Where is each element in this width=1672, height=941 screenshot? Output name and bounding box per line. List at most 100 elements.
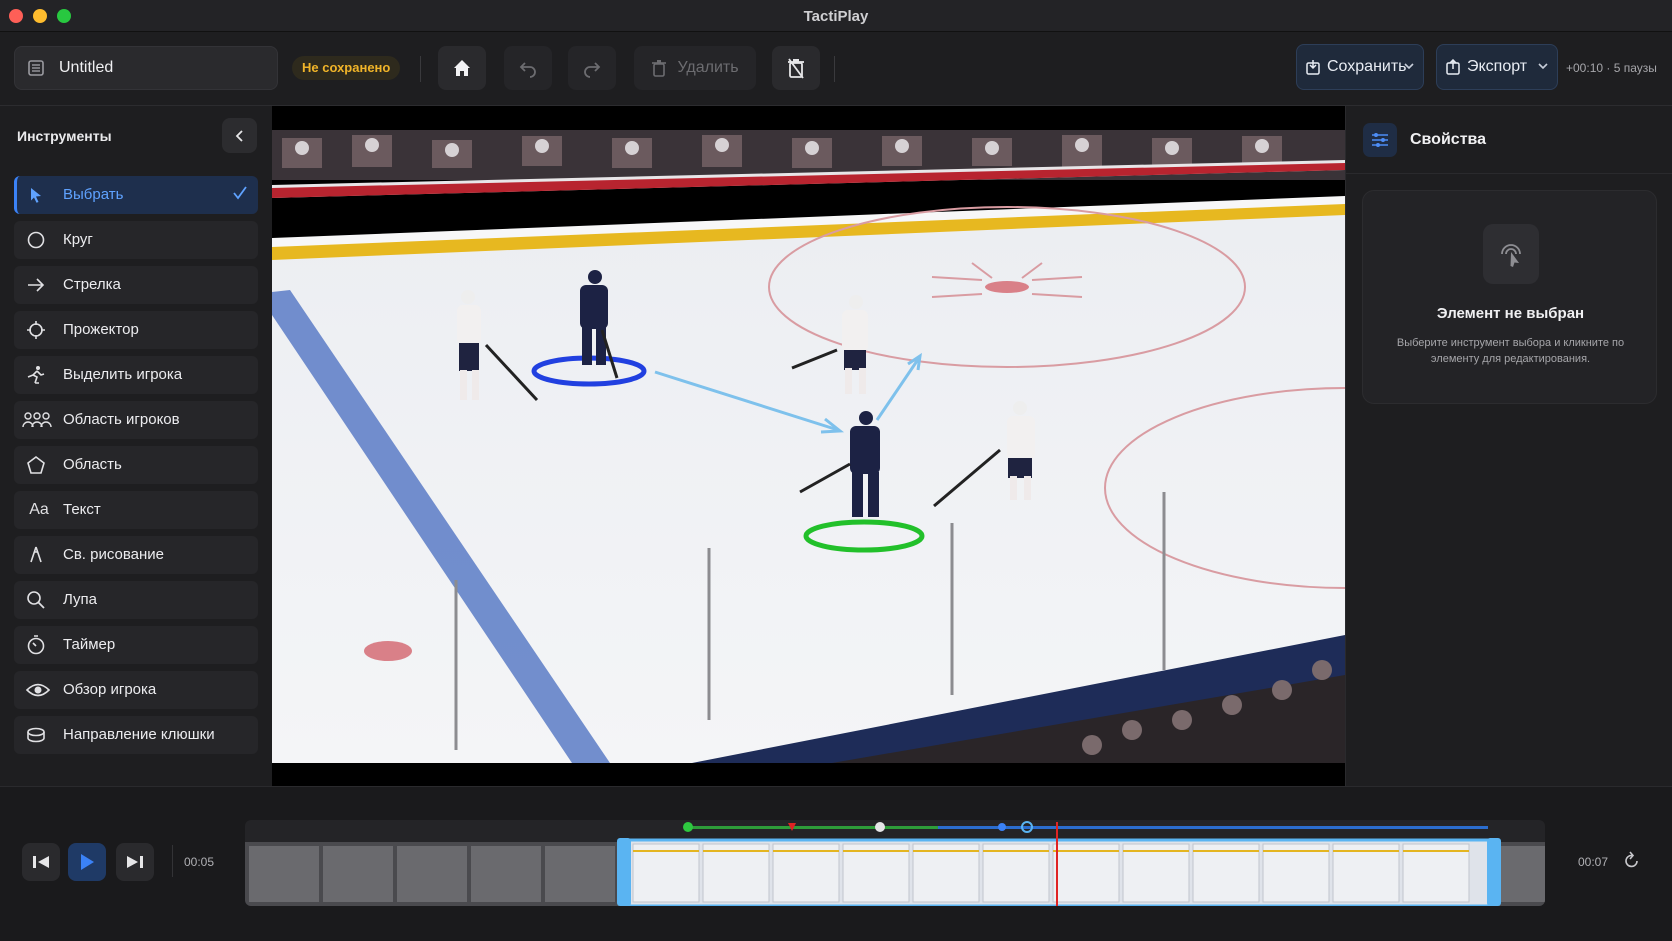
time-info: +00:10 · 5 паузы — [1566, 61, 1657, 75]
export-dropdown-button[interactable]: Экспорт — [1436, 44, 1558, 90]
save-label: Сохранить — [1327, 58, 1407, 75]
tool-magnifier[interactable]: Лупа — [14, 581, 258, 619]
properties-header: Свойства — [1346, 106, 1672, 174]
tool-timer[interactable]: Таймер — [14, 626, 258, 664]
clear-all-icon — [788, 58, 804, 79]
export-label: Экспорт — [1467, 58, 1528, 75]
timeline-track[interactable] — [245, 820, 1545, 906]
skip-back-icon — [33, 856, 49, 868]
tool-arrow[interactable]: Стрелка — [14, 266, 258, 304]
skip-forward-icon — [127, 856, 143, 868]
tool-label: Прожектор — [63, 321, 139, 338]
redo-button[interactable] — [568, 46, 616, 90]
tool-area[interactable]: Область — [14, 446, 258, 484]
save-dropdown-button[interactable]: Сохранить — [1296, 44, 1424, 90]
window-title: TactiPlay — [803, 8, 869, 25]
tool-label: Область игроков — [63, 411, 180, 428]
step-forward-button[interactable] — [116, 843, 154, 881]
chevron-down-icon — [1404, 63, 1414, 70]
tool-circle[interactable]: Круг — [14, 221, 258, 259]
chevron-down-icon — [1538, 63, 1548, 70]
magnifier-icon — [26, 590, 46, 610]
end-time: 00:07 — [1578, 855, 1609, 869]
empty-selection-description: Выберите инструмент выбора и кликните по… — [1396, 337, 1625, 365]
project-name: Untitled — [59, 59, 114, 76]
keyframe-marker[interactable] — [875, 822, 885, 832]
hockey-rink-scene — [272, 130, 1345, 763]
current-time: 00:05 — [184, 855, 215, 869]
tool-label: Направление клюшки — [63, 726, 215, 743]
properties-panel: Свойства Элемент не выбран Выберите инст… — [1345, 106, 1672, 786]
spotlight-icon — [26, 320, 46, 340]
properties-title: Свойства — [1410, 131, 1487, 148]
undo-icon — [519, 62, 536, 78]
checkmark-icon — [233, 186, 247, 200]
tool-player-view[interactable]: Обзор игрока — [14, 671, 258, 709]
keyframe-marker[interactable] — [998, 823, 1006, 831]
video-stage — [272, 106, 1345, 786]
trash-icon — [652, 60, 667, 77]
cursor-icon — [26, 185, 46, 205]
text-icon: Aa — [29, 501, 49, 518]
timeline-filmstrip — [245, 821, 1545, 906]
tool-text[interactable]: Aa Текст — [14, 491, 258, 529]
circle-icon — [26, 230, 46, 250]
delete-button[interactable]: Удалить — [634, 46, 756, 90]
tool-label: Обзор игрока — [63, 681, 157, 698]
toolbar: Untitled Не сохранено Удалить Сохранить … — [0, 32, 1672, 106]
title-bar: TactiPlay — [0, 0, 1672, 32]
tool-label: Стрелка — [63, 276, 121, 293]
skater-icon — [26, 365, 46, 385]
playback-bar: 00:05 00:07 — [0, 786, 1672, 941]
tool-spotlight[interactable]: Прожектор — [14, 311, 258, 349]
step-back-button[interactable] — [22, 843, 60, 881]
tool-label: Лупа — [63, 591, 97, 608]
pen-icon — [26, 545, 46, 565]
chevron-left-icon — [235, 129, 243, 142]
tool-player-area[interactable]: Область игроков — [14, 401, 258, 439]
unsaved-badge: Не сохранено — [292, 56, 401, 80]
export-icon — [1446, 59, 1460, 75]
toolbar-divider — [834, 56, 835, 82]
empty-selection-card: Элемент не выбран Выберите инструмент вы… — [1362, 190, 1657, 404]
clear-all-button[interactable] — [772, 46, 820, 90]
arrow-icon — [26, 275, 46, 295]
home-button[interactable] — [438, 46, 486, 90]
tool-label: Круг — [63, 231, 93, 248]
toolbar-divider — [420, 56, 421, 82]
keyframe-marker[interactable] — [683, 822, 693, 832]
stick-direction-icon — [26, 725, 46, 745]
collapse-sidebar-button[interactable] — [222, 118, 257, 153]
sliders-icon — [1363, 123, 1397, 157]
tool-label: Св. рисование — [63, 546, 165, 563]
tap-cursor-icon — [1483, 224, 1539, 284]
tool-label: Выбрать — [63, 186, 124, 203]
play-icon — [81, 854, 94, 870]
undo-button[interactable] — [504, 46, 552, 90]
timer-icon — [26, 635, 46, 655]
trim-start-handle[interactable] — [617, 838, 631, 906]
reset-icon[interactable] — [1624, 851, 1640, 869]
tool-freehand[interactable]: Св. рисование — [14, 536, 258, 574]
delete-label: Удалить — [677, 59, 739, 76]
tool-label: Текст — [63, 501, 101, 518]
tools-sidebar: Инструменты Выбрать Круг Стрелка Прожект… — [0, 106, 272, 786]
trim-end-handle[interactable] — [1487, 838, 1501, 906]
tool-highlight-player[interactable]: Выделить игрока — [14, 356, 258, 394]
tool-label: Таймер — [63, 636, 116, 653]
pentagon-icon — [26, 455, 46, 475]
tool-stick-direction[interactable]: Направление клюшки — [14, 716, 258, 754]
document-icon — [28, 60, 44, 76]
home-icon — [454, 60, 470, 76]
video-frame[interactable] — [272, 130, 1345, 763]
project-name-field[interactable]: Untitled — [14, 46, 278, 90]
sidebar-title: Инструменты — [17, 128, 112, 144]
empty-selection-title: Элемент не выбран — [1436, 305, 1585, 322]
tool-select[interactable]: Выбрать — [14, 176, 258, 214]
play-button[interactable] — [68, 843, 106, 881]
redo-icon — [584, 62, 601, 78]
tool-label: Выделить игрока — [63, 366, 183, 383]
tool-label: Область — [63, 456, 122, 473]
save-icon — [1306, 60, 1320, 75]
eye-icon — [26, 680, 50, 700]
